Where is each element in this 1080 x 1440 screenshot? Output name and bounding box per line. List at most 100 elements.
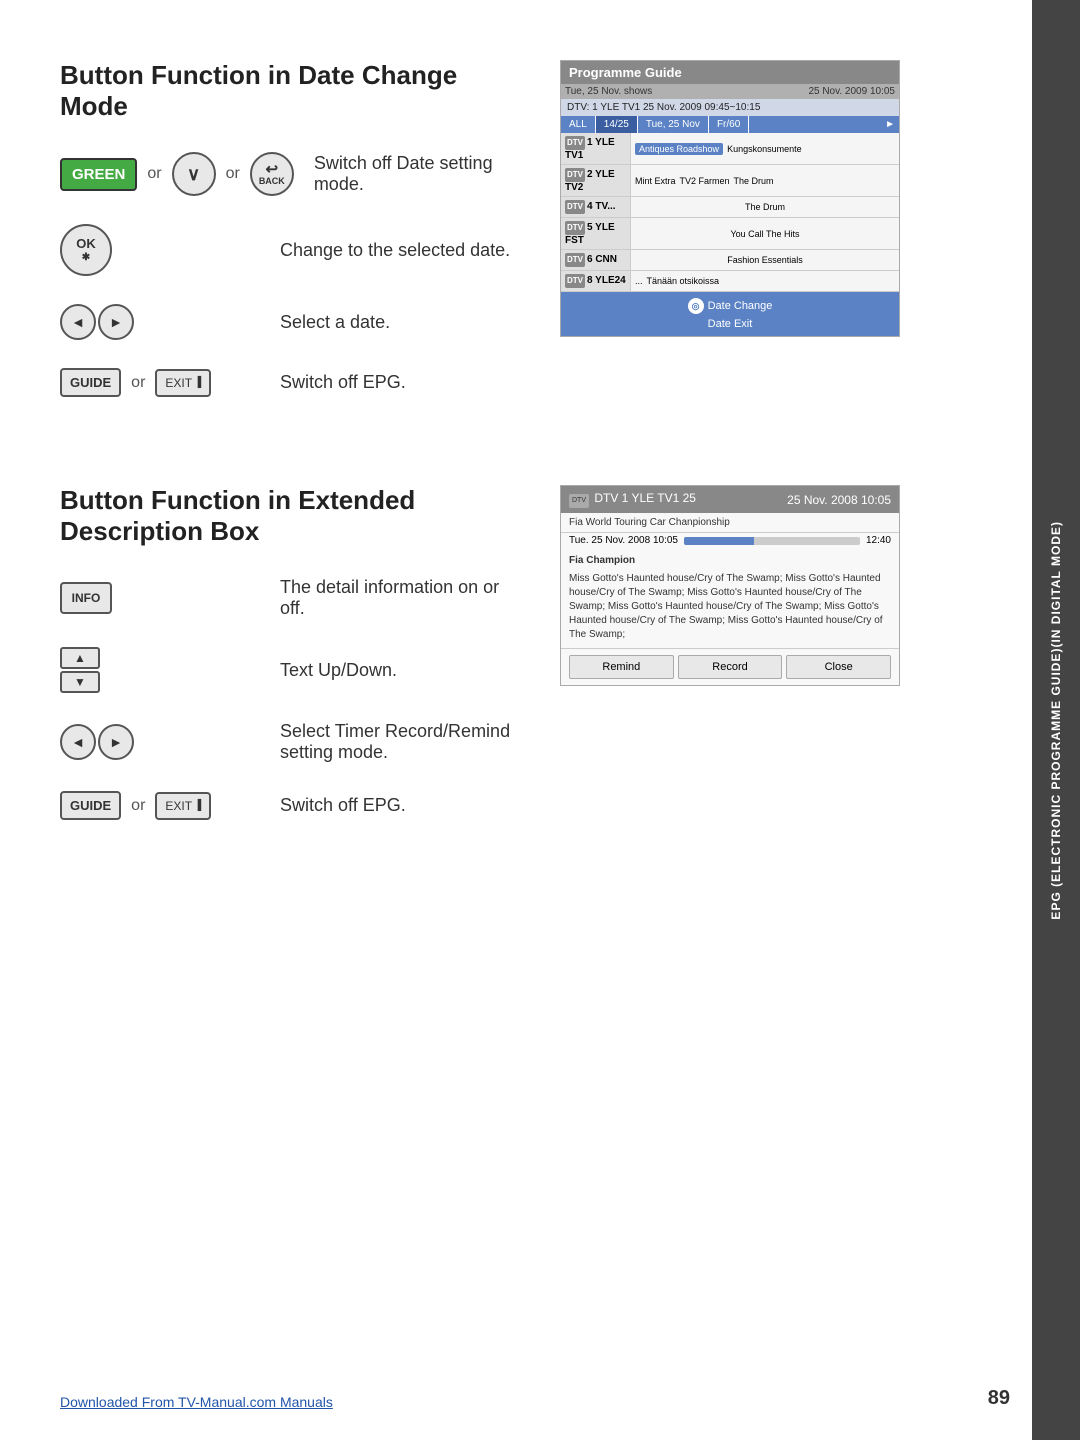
desc-channel-name: DTV 1 YLE TV1 25 xyxy=(594,491,696,505)
ok-row-description: Change to the selected date. xyxy=(280,240,510,261)
text-arrows-group: ▲ ▼ xyxy=(60,647,100,693)
lr-row-description: Select a date. xyxy=(280,312,390,333)
desc-time-start: Tue. 25 Nov. 2008 10:05 xyxy=(569,535,678,546)
guide-date-row: ALL 14/25 Tue, 25 Nov Fr/60 ► xyxy=(561,116,899,133)
remind-button[interactable]: Remind xyxy=(569,655,674,679)
desc-progress-row: Tue. 25 Nov. 2008 10:05 12:40 xyxy=(561,533,899,548)
exit-button[interactable]: EXIT ▐ xyxy=(155,369,211,397)
guide-channel-5: DTV6 CNN Fashion Essentials xyxy=(561,250,899,271)
ch4-name: DTV5 YLE FST xyxy=(561,218,631,249)
guide-date-all: ALL xyxy=(561,116,596,133)
exit-button-2[interactable]: EXIT ▐ xyxy=(155,792,211,820)
lr-button-area: ◄ ► xyxy=(60,304,260,340)
right-arrow-button-2[interactable]: ► xyxy=(98,724,134,760)
side-label-text: EPG (ELECTRONIC PROGRAMME GUIDE)(IN DIGI… xyxy=(1049,521,1063,920)
description-box-panel: DTV DTV 1 YLE TV1 25 25 Nov. 2008 10:05 … xyxy=(560,485,900,686)
left-arrow-button-2[interactable]: ◄ xyxy=(60,724,96,760)
guide-button-2[interactable]: GUIDE xyxy=(60,791,121,820)
guide-date-arrow: ► xyxy=(749,116,899,133)
desc-channel: DTV DTV 1 YLE TV1 25 xyxy=(569,491,696,508)
guide-button[interactable]: GUIDE xyxy=(60,368,121,397)
section2-title: Button Function in Extended Description … xyxy=(60,485,520,547)
info-row-description: The detail information on or off. xyxy=(280,577,520,619)
or-text-3: or xyxy=(131,374,145,392)
guide-channel-3: DTV4 TV... The Drum xyxy=(561,197,899,218)
desc-progress-bar xyxy=(684,537,860,545)
programme-guide-box: Programme Guide Tue, 25 Nov. shows 25 No… xyxy=(560,60,900,337)
close-button[interactable]: Close xyxy=(786,655,891,679)
guide-channel-4: DTV5 YLE FST You Call The Hits xyxy=(561,218,899,250)
date-change-label: Date Change xyxy=(708,300,773,312)
date-change-icon: ◎ xyxy=(688,298,704,314)
lr2-button-area: ◄ ► xyxy=(60,724,260,760)
up-text-arrow-button[interactable]: ▲ xyxy=(60,647,100,669)
ok-button[interactable]: OK ✱ xyxy=(60,224,112,276)
ch6-name: DTV8 YLE24 xyxy=(561,271,631,291)
updown-button-row: ▲ ▼ Text Up/Down. xyxy=(60,647,520,693)
guide-button-area: GUIDE or EXIT ▐ xyxy=(60,368,260,397)
guide-channel-1: DTV1 YLE TV1 Antiques Roadshow Kungskons… xyxy=(561,133,899,165)
green-button-row: GREEN or ∨ or ↩ BACK Switch off Date set… xyxy=(60,152,520,196)
ch1-name: DTV1 YLE TV1 xyxy=(561,133,631,164)
guide-date-3: Fr/60 xyxy=(709,116,749,133)
guide2-row-description: Switch off EPG. xyxy=(280,795,406,816)
ch5-programs: Fashion Essentials xyxy=(631,252,899,268)
desc-time-end: 12:40 xyxy=(866,535,891,546)
ch3-programs: The Drum xyxy=(631,199,899,215)
desc-box-header: DTV DTV 1 YLE TV1 25 25 Nov. 2008 10:05 xyxy=(561,486,899,513)
guide-nav-left: Tue, 25 Nov. shows xyxy=(565,86,652,97)
desc-body: Fia Champion Miss Gotto's Haunted house/… xyxy=(561,548,899,648)
section1-title: Button Function in Date Change Mode xyxy=(60,60,520,122)
desc-date: 25 Nov. 2008 10:05 xyxy=(787,493,891,507)
guide-date-2: Tue, 25 Nov xyxy=(638,116,709,133)
down-text-arrow-button[interactable]: ▼ xyxy=(60,671,100,693)
ok-button-area: OK ✱ xyxy=(60,224,260,276)
desc-title2: Fia Champion xyxy=(569,554,891,568)
green-row-description: Switch off Date settingmode. xyxy=(314,153,493,195)
green-button[interactable]: GREEN xyxy=(60,158,137,191)
left-arrow-button[interactable]: ◄ xyxy=(60,304,96,340)
desc-body-text: Miss Gotto's Haunted house/Cry of The Sw… xyxy=(569,572,891,642)
guide2-button-area: GUIDE or EXIT ▐ xyxy=(60,791,260,820)
ch2-programs: Mint Extra TV2 Farmen The Drum xyxy=(631,173,899,189)
right-arrow-button[interactable]: ► xyxy=(98,304,134,340)
guide-date-exit: Date Exit xyxy=(565,316,895,332)
guide-nav-row: Tue, 25 Nov. shows 25 Nov. 2009 10:05 xyxy=(561,84,899,99)
ch2-name: DTV2 YLE TV2 xyxy=(561,165,631,196)
guide-channel-2: DTV2 YLE TV2 Mint Extra TV2 Farmen The D… xyxy=(561,165,899,197)
guide2-button-row: GUIDE or EXIT ▐ Switch off EPG. xyxy=(60,791,520,820)
info-button-area: INFO xyxy=(60,582,260,614)
ch3-name: DTV4 TV... xyxy=(561,197,631,217)
guide-date-change: ◎ Date Change xyxy=(565,296,895,316)
back-button[interactable]: ↩ BACK xyxy=(250,152,294,196)
updown-button-area: ▲ ▼ xyxy=(60,647,260,693)
ch5-name: DTV6 CNN xyxy=(561,250,631,270)
or-text-1: or xyxy=(147,165,161,183)
side-label: EPG (ELECTRONIC PROGRAMME GUIDE)(IN DIGI… xyxy=(1032,0,1080,1440)
footer-link[interactable]: Downloaded From TV-Manual.com Manuals xyxy=(60,1394,333,1410)
guide-nav-date: 25 Nov. 2009 10:05 xyxy=(808,86,895,97)
guide-dtv-row: DTV: 1 YLE TV1 25 Nov. 2009 09:45~10:15 xyxy=(561,99,899,116)
ch6-programs: ... Tänään otsikoissa xyxy=(631,273,899,289)
guide-date-1: 14/25 xyxy=(596,116,638,133)
desc-box: DTV DTV 1 YLE TV1 25 25 Nov. 2008 10:05 … xyxy=(560,485,900,686)
lr2-row-description: Select Timer Record/Remind setting mode. xyxy=(280,721,520,763)
desc-progress-fill xyxy=(684,537,754,545)
info-button[interactable]: INFO xyxy=(60,582,112,614)
guide-box-title: Programme Guide xyxy=(561,61,899,84)
ch4-programs: You Call The Hits xyxy=(631,226,899,242)
desc-program-title: Fia World Touring Car Chanpionship xyxy=(561,513,899,533)
lr-button-row: ◄ ► Select a date. xyxy=(60,304,520,340)
lr2-button-row: ◄ ► Select Timer Record/Remind setting m… xyxy=(60,721,520,763)
down-arrow-button[interactable]: ∨ xyxy=(172,152,216,196)
guide-bottom: ◎ Date Change Date Exit xyxy=(561,292,899,336)
updown-row-description: Text Up/Down. xyxy=(280,660,397,681)
ok-button-row: OK ✱ Change to the selected date. xyxy=(60,224,520,276)
guide-button-row: GUIDE or EXIT ▐ Switch off EPG. xyxy=(60,368,520,397)
info-button-row: INFO The detail information on or off. xyxy=(60,577,520,619)
ch1-programs: Antiques Roadshow Kungskonsumente xyxy=(631,140,899,158)
guide-box: Programme Guide Tue, 25 Nov. shows 25 No… xyxy=(560,60,900,337)
or-text-4: or xyxy=(131,797,145,815)
record-button[interactable]: Record xyxy=(678,655,783,679)
desc-footer: Remind Record Close xyxy=(561,648,899,685)
